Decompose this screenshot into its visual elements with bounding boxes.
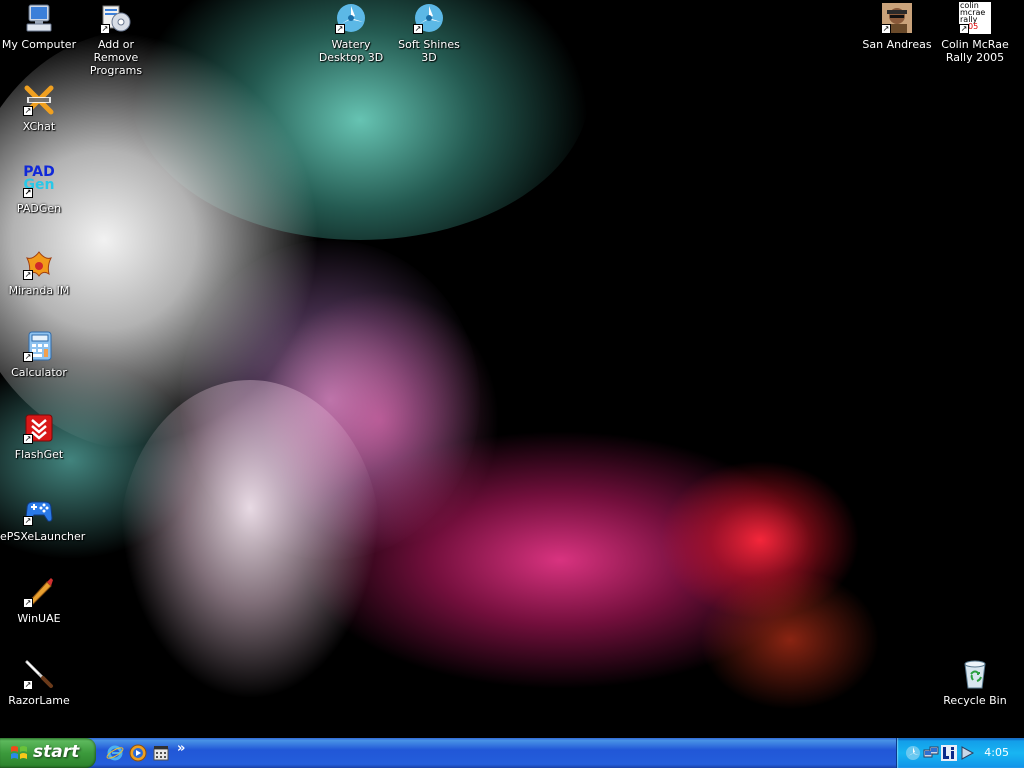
start-label: start: [33, 742, 80, 762]
desktop-icon-soft-shines[interactable]: ↗ Soft Shines 3D: [390, 2, 468, 64]
desktop-icon-label: Recycle Bin: [943, 694, 1007, 707]
desktop-icon-watery-desktop[interactable]: ↗ Watery Desktop 3D: [312, 2, 390, 64]
colin-mcrae-icon: colin mcrae rally 05 ↗: [959, 2, 991, 34]
tray-media-play[interactable]: [959, 745, 975, 761]
wallpaper-orange-glow: [700, 570, 880, 710]
desktop-icon-flashget[interactable]: ↗ FlashGet: [0, 412, 78, 461]
desktop-icon-label: Miranda IM: [8, 284, 70, 297]
tray-li-app[interactable]: [941, 745, 957, 761]
padgen-icon: PAD Gen ↗: [23, 165, 55, 198]
wallpaper-magenta-glow: [300, 430, 820, 690]
quick-launch-media-player[interactable]: [127, 742, 149, 764]
quick-launch-bar: »: [104, 741, 185, 765]
wallpaper-white-glow-lower: [120, 380, 380, 700]
wallpaper-red-glow: [660, 460, 860, 620]
shortcut-arrow-icon: ↗: [959, 24, 969, 34]
wallpaper-purple-glow: [180, 240, 480, 560]
shortcut-arrow-icon: ↗: [23, 188, 33, 198]
desktop-icon-label: ePSXeLauncher: [0, 530, 86, 543]
internet-explorer-icon: [106, 745, 124, 761]
desktop-icon-san-andreas[interactable]: ↗ San Andreas: [858, 2, 936, 51]
shortcut-arrow-icon: ↗: [23, 106, 33, 116]
li-app-icon: [941, 745, 957, 761]
desktop-icon-label: San Andreas: [862, 38, 932, 51]
desktop-icon-label: Watery Desktop 3D: [318, 38, 384, 64]
shortcut-arrow-icon: ↗: [335, 24, 345, 34]
quick-launch-movie-maker[interactable]: [150, 742, 172, 764]
network-icon: [923, 746, 939, 758]
clock[interactable]: 4:05: [984, 746, 1009, 759]
windows-logo-icon: [11, 746, 27, 759]
quick-launch-more-chevron[interactable]: »: [177, 741, 185, 756]
shortcut-arrow-icon: ↗: [23, 270, 33, 280]
desktop[interactable]: My Computer ↗ Add or Remove Programs ↗ W: [0, 0, 1024, 738]
shortcut-arrow-icon: ↗: [413, 24, 423, 34]
movie-maker-icon: [153, 746, 169, 761]
taskbar[interactable]: start » 4:05: [0, 738, 1024, 768]
desktop-icon-winuae[interactable]: ↗ WinUAE: [0, 576, 78, 625]
desktop-icon-xchat[interactable]: ↗ XChat: [0, 84, 78, 133]
shortcut-arrow-icon: ↗: [23, 598, 33, 608]
desktop-icon-my-computer[interactable]: My Computer: [0, 2, 78, 51]
desktop-icon-label: XChat: [22, 120, 56, 133]
desktop-icon-label: WinUAE: [17, 612, 61, 625]
desktop-icon-label: Colin McRae Rally 2005: [941, 38, 1009, 64]
desktop-icon-label: RazorLame: [8, 694, 70, 707]
desktop-icon-epsxe[interactable]: ↗ ePSXeLauncher: [0, 494, 86, 543]
shortcut-arrow-icon: ↗: [100, 24, 110, 34]
start-button[interactable]: start: [0, 738, 96, 768]
watery-desktop-tray-icon: [906, 746, 920, 760]
tray-watery-desktop[interactable]: [905, 745, 921, 761]
tray-network[interactable]: [923, 745, 939, 761]
recycle-bin-icon: [964, 660, 986, 689]
shortcut-arrow-icon: ↗: [23, 434, 33, 444]
my-computer-icon: [26, 4, 52, 32]
desktop-icon-label: Add or Remove Programs: [89, 38, 143, 77]
shortcut-arrow-icon: ↗: [23, 516, 33, 526]
shortcut-arrow-icon: ↗: [881, 24, 891, 34]
desktop-icon-calculator[interactable]: ↗ Calculator: [0, 330, 78, 379]
system-tray: 4:05: [896, 738, 1024, 768]
desktop-icon-recycle-bin[interactable]: Recycle Bin: [936, 658, 1014, 707]
desktop-icon-razorlame[interactable]: ↗ RazorLame: [0, 658, 78, 707]
wallpaper-pink-glow: [260, 290, 500, 550]
desktop-icon-label: Soft Shines 3D: [398, 38, 460, 64]
tray-icons: [905, 745, 977, 761]
desktop-icon-add-remove-programs[interactable]: ↗ Add or Remove Programs: [77, 2, 155, 77]
shortcut-arrow-icon: ↗: [23, 680, 33, 690]
desktop-icon-padgen[interactable]: PAD Gen ↗ PADGen: [0, 165, 78, 215]
shortcut-arrow-icon: ↗: [23, 352, 33, 362]
desktop-icon-miranda[interactable]: ↗ Miranda IM: [0, 248, 78, 297]
play-icon: [961, 746, 975, 760]
desktop-icon-label: My Computer: [1, 38, 77, 51]
desktop-icon-label: PADGen: [16, 202, 62, 215]
quick-launch-internet-explorer[interactable]: [104, 742, 126, 764]
media-player-icon: [129, 744, 147, 762]
desktop-icon-label: Calculator: [11, 366, 67, 379]
desktop-icon-label: FlashGet: [14, 448, 64, 461]
desktop-icon-colin-mcrae[interactable]: colin mcrae rally 05 ↗ Colin McRae Rally…: [936, 2, 1014, 65]
